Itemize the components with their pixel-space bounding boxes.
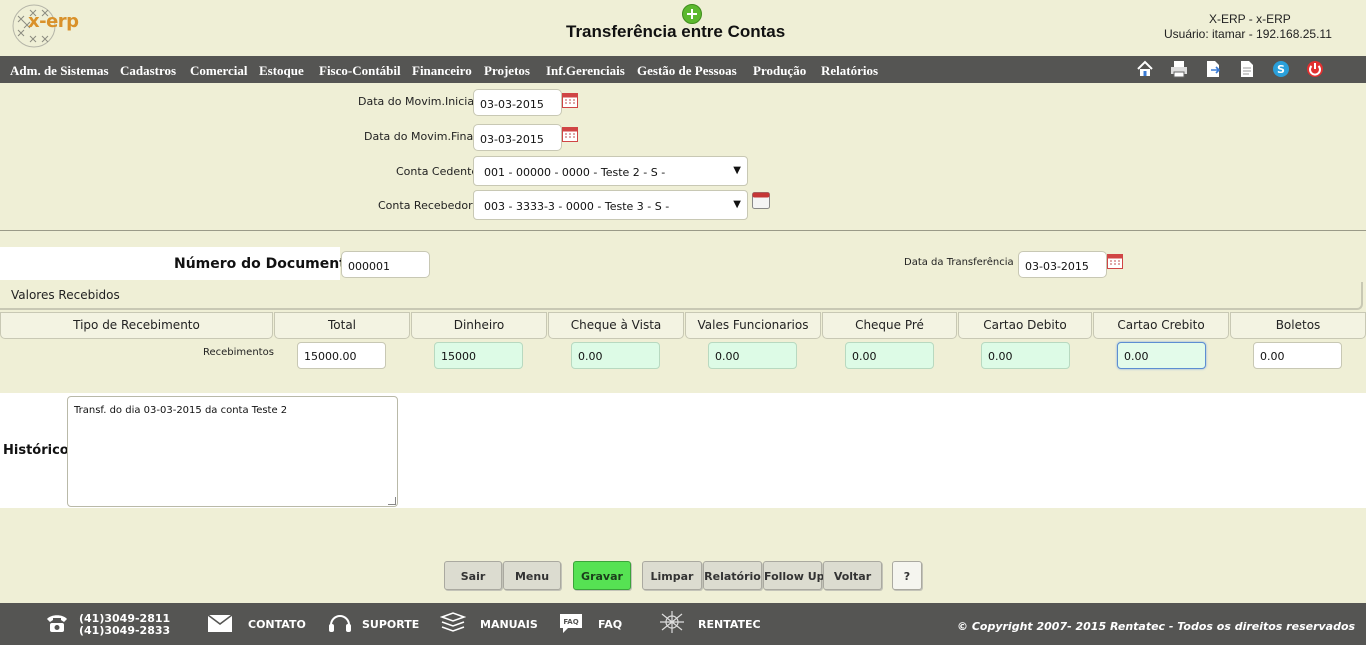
total-input[interactable]: 15000.00 <box>297 342 386 369</box>
nav-item-comercial[interactable]: Comercial <box>190 63 248 79</box>
data-inicial-label: Data do Movim.Inicial <box>358 95 478 108</box>
column-header-total: Total <box>274 312 410 339</box>
column-header-dinheiro: Dinheiro <box>411 312 547 339</box>
data-transferencia-label: Data da Transferência <box>904 257 1014 268</box>
help-button[interactable]: ? <box>892 561 922 590</box>
print-icon[interactable] <box>1169 59 1189 79</box>
calendar-icon[interactable] <box>752 192 770 209</box>
column-header-cartao-credito: Cartao Crebito <box>1093 312 1229 339</box>
cartao-debito-input[interactable]: 0.00 <box>981 342 1070 369</box>
suporte-link[interactable]: SUPORTE <box>362 618 419 631</box>
dinheiro-input[interactable]: 15000 <box>434 342 523 369</box>
cheque-pre-input[interactable]: 0.00 <box>845 342 934 369</box>
data-final-label: Data do Movim.Final <box>364 130 477 143</box>
rentatec-link[interactable]: RENTATEC <box>698 618 761 631</box>
phone-number-2: (41)3049-2833 <box>79 624 171 637</box>
main-nav: Adm. de Sistemas Cadastros Comercial Est… <box>0 56 1366 83</box>
add-icon[interactable] <box>682 4 702 24</box>
gravar-button[interactable]: Gravar <box>573 561 631 590</box>
calendar-icon[interactable] <box>1107 254 1123 269</box>
export-icon[interactable] <box>1203 59 1223 79</box>
skype-icon[interactable]: S <box>1271 59 1291 79</box>
nav-item-fisco-contabil[interactable]: Fisco-Contábil <box>319 63 401 79</box>
relatorio-button[interactable]: Relatório <box>703 561 762 590</box>
nav-item-financeiro[interactable]: Financeiro <box>412 63 472 79</box>
nav-item-estoque[interactable]: Estoque <box>259 63 304 79</box>
calendar-icon[interactable] <box>562 93 578 108</box>
conta-cedente-label: Conta Cedente <box>396 165 479 178</box>
mail-icon[interactable] <box>207 612 233 636</box>
limpar-button[interactable]: Limpar <box>642 561 702 590</box>
dropdown-arrow-icon: ▼ <box>733 199 741 210</box>
conta-cedente-value: 001 - 00000 - 0000 - Teste 2 - S - <box>484 166 666 179</box>
faq-icon-text: FAQ <box>563 618 578 626</box>
calendar-icon[interactable] <box>562 127 578 142</box>
cartao-credito-input[interactable]: 0.00 <box>1117 342 1206 369</box>
historico-label: Histórico <box>3 443 69 458</box>
cheque-vista-input[interactable]: 0.00 <box>571 342 660 369</box>
conta-recebedora-value: 003 - 3333-3 - 0000 - Teste 3 - S - <box>484 200 670 213</box>
vales-funcionarios-input[interactable]: 0.00 <box>708 342 797 369</box>
dropdown-arrow-icon: ▼ <box>733 165 741 176</box>
nav-item-producao[interactable]: Produção <box>753 63 806 79</box>
column-header-cheque-pre: Cheque Pré <box>822 312 957 339</box>
nav-item-adm-sistemas[interactable]: Adm. de Sistemas <box>10 63 109 79</box>
historico-textarea[interactable]: Transf. do dia 03-03-2015 da conta Teste… <box>67 396 398 507</box>
divider <box>0 230 1366 231</box>
resize-grip-icon[interactable] <box>388 497 396 505</box>
faq-icon[interactable]: FAQ <box>558 611 584 635</box>
row-label-recebimentos: Recebimentos <box>203 347 274 358</box>
numero-documento-input[interactable]: 000001 <box>341 251 430 278</box>
data-transferencia-input[interactable]: 03-03-2015 <box>1018 251 1107 278</box>
valores-recebidos-section: Valores Recebidos <box>0 282 1363 310</box>
page-title: Transferência entre Contas <box>566 22 786 41</box>
historico-text: Transf. do dia 03-03-2015 da conta Teste… <box>74 405 288 416</box>
nav-item-inf-gerenciais[interactable]: Inf.Gerenciais <box>546 63 625 79</box>
nav-item-relatorios[interactable]: Relatórios <box>821 63 878 79</box>
user-info: Usuário: itamar - 192.168.25.11 <box>1164 27 1332 41</box>
boletos-input[interactable]: 0.00 <box>1253 342 1342 369</box>
sair-button[interactable]: Sair <box>444 561 502 590</box>
column-header-cheque-vista: Cheque à Vista <box>548 312 684 339</box>
contato-link[interactable]: CONTATO <box>248 618 306 631</box>
books-icon[interactable] <box>440 611 466 635</box>
column-header-vales: Vales Funcionarios <box>685 312 821 339</box>
conta-recebedora-select[interactable]: 003 - 3333-3 - 0000 - Teste 3 - S - ▼ <box>473 190 748 220</box>
rentatec-logo-icon[interactable] <box>659 610 685 634</box>
menu-button[interactable]: Menu <box>503 561 561 590</box>
document-icon[interactable] <box>1237 59 1257 79</box>
copyright-text: © Copyright 2007- 2015 Rentatec - Todos … <box>957 620 1356 633</box>
header: x-erp Transferência entre Contas X-ERP -… <box>0 0 1366 56</box>
conta-recebedora-label: Conta Recebedora <box>378 199 480 212</box>
phone-icon <box>47 615 67 632</box>
follow-up-button[interactable]: Follow Up <box>763 561 825 590</box>
power-icon[interactable] <box>1305 59 1325 79</box>
manuais-link[interactable]: MANUAIS <box>480 618 538 631</box>
conta-cedente-select[interactable]: 001 - 00000 - 0000 - Teste 2 - S - ▼ <box>473 156 748 186</box>
nav-item-gestao-pessoas[interactable]: Gestão de Pessoas <box>637 63 737 79</box>
data-final-input[interactable]: 03-03-2015 <box>473 124 562 151</box>
home-icon[interactable] <box>1135 59 1155 79</box>
column-header-tipo: Tipo de Recebimento <box>0 312 273 339</box>
nav-item-projetos[interactable]: Projetos <box>484 63 530 79</box>
system-name: X-ERP - x-ERP <box>1209 12 1291 26</box>
voltar-button[interactable]: Voltar <box>823 561 882 590</box>
numero-documento-label: Número do Documento <box>174 256 356 272</box>
svg-text:S: S <box>1277 63 1285 76</box>
headset-icon[interactable] <box>327 611 353 635</box>
column-header-boletos: Boletos <box>1230 312 1366 339</box>
nav-item-cadastros[interactable]: Cadastros <box>120 63 176 79</box>
logo-text: x-erp <box>28 11 79 32</box>
valores-recebidos-label: Valores Recebidos <box>11 288 120 302</box>
column-header-cartao-debito: Cartao Debito <box>958 312 1092 339</box>
faq-link[interactable]: FAQ <box>598 618 622 631</box>
data-inicial-input[interactable]: 03-03-2015 <box>473 89 562 116</box>
